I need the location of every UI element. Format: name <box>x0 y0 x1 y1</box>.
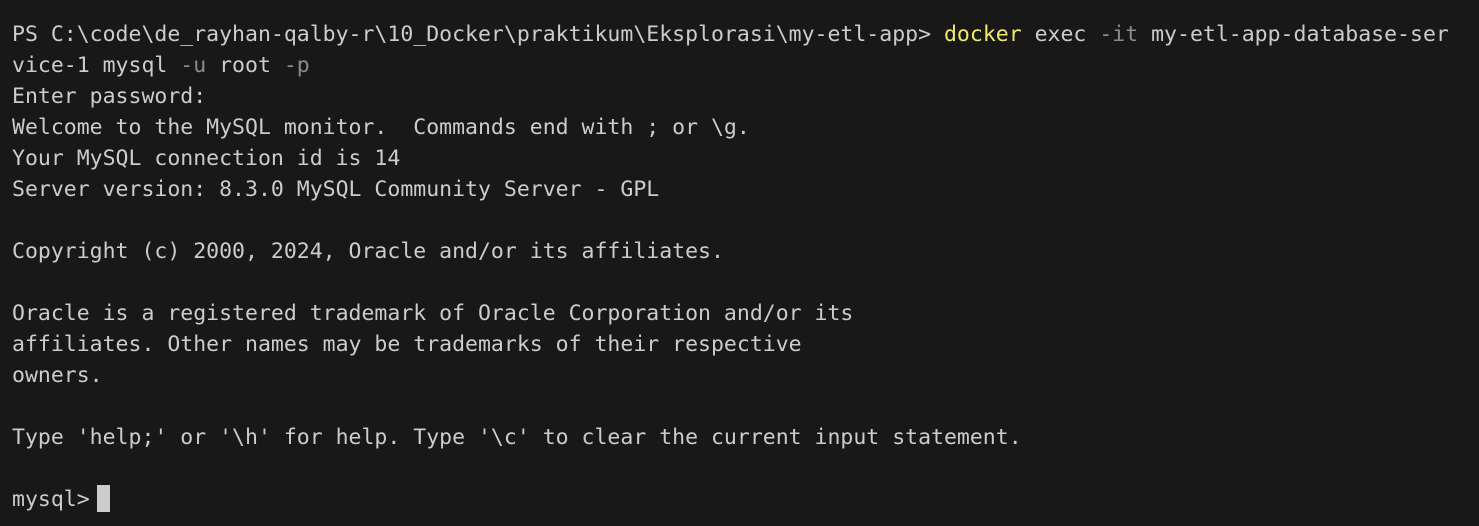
help-line: Type 'help;' or '\h' for help. Type '\c'… <box>12 425 1022 450</box>
docker-command: docker <box>943 22 1022 47</box>
enter-password-line: Enter password: <box>12 84 207 109</box>
text-cursor[interactable] <box>96 485 110 512</box>
trademark-line-3: owners. <box>12 363 103 388</box>
mysql-command: mysql <box>89 53 181 78</box>
server-version-line: Server version: 8.3.0 MySQL Community Se… <box>12 177 660 202</box>
mysql-prompt: mysql> <box>12 487 90 512</box>
mysql-prompt-line[interactable]: mysql> <box>12 484 1479 515</box>
exec-subcommand: exec <box>1021 22 1100 47</box>
user-arg: root <box>206 53 284 78</box>
trademark-line-1: Oracle is a registered trademark of Orac… <box>12 301 854 326</box>
flag-it: -it <box>1099 22 1139 47</box>
terminal-window[interactable]: PS C:\code\de_rayhan-qalby-r\10_Docker\p… <box>0 0 1479 526</box>
flag-u: -u <box>180 53 207 78</box>
welcome-line: Welcome to the MySQL monitor. Commands e… <box>12 115 750 140</box>
container-name-part2: vice-1 <box>12 53 90 78</box>
connection-id-line: Your MySQL connection id is 14 <box>12 146 401 171</box>
flag-p: -p <box>283 53 310 78</box>
command-line-1: PS C:\code\de_rayhan-qalby-r\10_Docker\p… <box>12 19 1479 50</box>
ps-prompt: PS C:\code\de_rayhan-qalby-r\10_Docker\p… <box>12 22 944 47</box>
trademark-line-2: affiliates. Other names may be trademark… <box>12 332 802 357</box>
container-name-part1: my-etl-app-database-ser <box>1138 22 1449 47</box>
copyright-line: Copyright (c) 2000, 2024, Oracle and/or … <box>12 239 724 264</box>
command-line-2: vice-1 mysql -u root -p <box>12 50 1479 81</box>
